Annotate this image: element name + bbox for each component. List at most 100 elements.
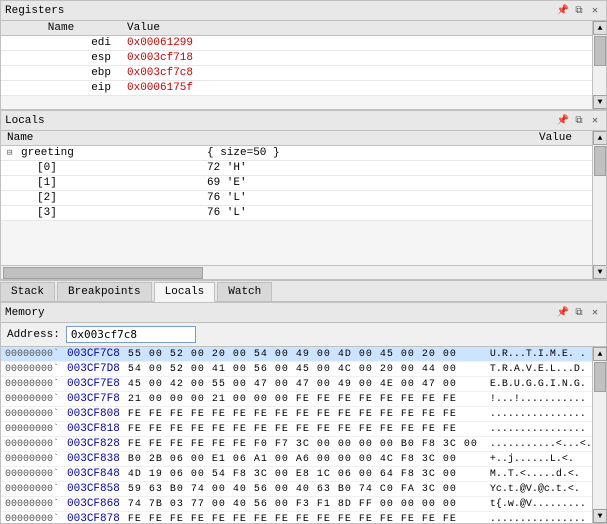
mem-addr-part2: 003CF878 (63, 512, 124, 524)
memory-title: Memory (5, 307, 45, 319)
registers-scroll-thumb[interactable] (594, 36, 606, 66)
mem-addr-part1: 00000000` (1, 467, 63, 482)
registers-scrollbar[interactable]: ▲ ▼ (592, 21, 606, 109)
mem-hex: 59 63 B0 74 00 40 56 00 40 63 B0 74 C0 F… (124, 482, 482, 497)
locals-scrollbar[interactable]: ▲ ▼ (592, 131, 606, 279)
mem-ascii: E.B.U.G.G.I.N.G. (482, 377, 592, 392)
locals-scroll-up[interactable]: ▲ (593, 131, 606, 145)
tab-breakpoints[interactable]: Breakpoints (57, 282, 152, 301)
registers-scroll-up[interactable]: ▲ (593, 21, 606, 35)
table-row: ⊟greeting { size=50 } (1, 146, 592, 161)
reg-value: 0x003cf718 (121, 51, 592, 66)
memory-body: 00000000` 003CF7C8 55 00 52 00 20 00 54 … (1, 347, 606, 523)
mem-addr-part2: 003CF838 (63, 452, 124, 467)
registers-pin-icon[interactable]: 📌 (556, 4, 570, 18)
memory-header: Memory 📌 ⧉ ✕ (1, 303, 606, 323)
mem-hex: B0 2B 06 00 E1 06 A1 00 A6 00 00 00 4C F… (124, 452, 482, 467)
table-row: [0] 72 'H' (1, 161, 592, 176)
registers-scroll-track[interactable] (593, 35, 606, 95)
mem-hex: FE FE FE FE FE FE F0 F7 3C 00 00 00 00 B… (124, 437, 482, 452)
mem-addr-part2: 003CF858 (63, 482, 124, 497)
memory-scroll-track[interactable] (593, 361, 606, 509)
reg-value: 0x00061299 (121, 36, 592, 51)
mem-addr-part1: 00000000` (1, 437, 63, 452)
expand-icon[interactable]: ⊟ (7, 148, 21, 158)
local-name: [3] (1, 206, 201, 221)
table-row: eip 0x0006175f (1, 81, 592, 96)
locals-hscroll[interactable] (1, 265, 592, 279)
mem-addr-part1: 00000000` (1, 407, 63, 422)
mem-addr-part1: 00000000` (1, 422, 63, 437)
locals-panel: Locals 📌 ⧉ ✕ Name Value ⊟greeting { si (0, 110, 607, 280)
mem-addr-part1: 00000000` (1, 362, 63, 377)
locals-header: Locals 📌 ⧉ ✕ (1, 111, 606, 131)
mem-hex: 45 00 42 00 55 00 47 00 47 00 49 00 4E 0… (124, 377, 482, 392)
mem-addr-part2: 003CF818 (63, 422, 124, 437)
mem-addr-part1: 00000000` (1, 452, 63, 467)
memory-popout-icon[interactable]: ⧉ (572, 306, 586, 320)
locals-header-icons: 📌 ⧉ ✕ (556, 114, 602, 128)
mem-addr-part1: 00000000` (1, 377, 63, 392)
memory-scroll-down[interactable]: ▼ (593, 509, 607, 523)
reg-name: esp (1, 51, 121, 66)
tab-watch[interactable]: Watch (217, 282, 272, 301)
mem-hex: 74 7B 03 77 00 40 56 00 F3 F1 8D FF 00 0… (124, 497, 482, 512)
tab-locals[interactable]: Locals (154, 282, 216, 302)
locals-scroll-down[interactable]: ▼ (593, 265, 606, 279)
mem-ascii: ...........<...<. (482, 437, 592, 452)
mem-ascii: U.R...T.I.M.E. . (482, 347, 592, 362)
table-row: 00000000` 003CF7C8 55 00 52 00 20 00 54 … (1, 347, 592, 362)
table-row: 00000000` 003CF868 74 7B 03 77 00 40 56 … (1, 497, 592, 512)
memory-table-container[interactable]: 00000000` 003CF7C8 55 00 52 00 20 00 54 … (1, 347, 592, 523)
tab-stack[interactable]: Stack (0, 282, 55, 301)
memory-header-icons: 📌 ⧉ ✕ (556, 306, 602, 320)
memory-scroll-thumb[interactable] (594, 362, 606, 392)
memory-address-bar: Address: (1, 323, 606, 347)
memory-address-label: Address: (7, 329, 60, 341)
mem-addr-part2: 003CF868 (63, 497, 124, 512)
mem-hex: FE FE FE FE FE FE FE FE FE FE FE FE FE F… (124, 407, 482, 422)
local-name: [0] (1, 161, 201, 176)
locals-col-name: Name (1, 131, 201, 146)
table-row: 00000000` 003CF858 59 63 B0 74 00 40 56 … (1, 482, 592, 497)
locals-body: Name Value ⊟greeting { size=50 } [0] 72 … (1, 131, 606, 279)
registers-scroll-down[interactable]: ▼ (593, 95, 606, 109)
mem-addr-part2: 003CF7E8 (63, 377, 124, 392)
locals-scroll-thumb[interactable] (594, 146, 606, 176)
mem-hex: 4D 19 06 00 54 F8 3C 00 E8 1C 06 00 64 F… (124, 467, 482, 482)
memory-table: 00000000` 003CF7C8 55 00 52 00 20 00 54 … (1, 347, 592, 523)
mem-hex: 21 00 00 00 21 00 00 00 FE FE FE FE FE F… (124, 392, 482, 407)
registers-table-container[interactable]: Name Value edi 0x00061299 esp 0x003cf718… (1, 21, 592, 109)
locals-scroll-track[interactable] (593, 145, 606, 265)
locals-content: Name Value ⊟greeting { size=50 } [0] 72 … (1, 131, 592, 279)
table-row: 00000000` 003CF808 FE FE FE FE FE FE FE … (1, 407, 592, 422)
locals-hscroll-thumb[interactable] (3, 267, 203, 279)
table-row: 00000000` 003CF818 FE FE FE FE FE FE FE … (1, 422, 592, 437)
mem-addr-part2: 003CF828 (63, 437, 124, 452)
memory-pin-icon[interactable]: 📌 (556, 306, 570, 320)
table-row: 00000000` 003CF838 B0 2B 06 00 E1 06 A1 … (1, 452, 592, 467)
locals-popout-icon[interactable]: ⧉ (572, 114, 586, 128)
mem-addr-part2: 003CF7F8 (63, 392, 124, 407)
memory-scrollbar[interactable]: ▲ ▼ (592, 347, 606, 523)
table-row: 00000000` 003CF828 FE FE FE FE FE FE F0 … (1, 437, 592, 452)
memory-address-input[interactable] (66, 326, 196, 343)
memory-rows: 00000000` 003CF7C8 55 00 52 00 20 00 54 … (1, 347, 592, 523)
locals-close-icon[interactable]: ✕ (588, 114, 602, 128)
locals-pin-icon[interactable]: 📌 (556, 114, 570, 128)
local-name: [2] (1, 191, 201, 206)
memory-scroll-up[interactable]: ▲ (593, 347, 607, 361)
registers-body: Name Value edi 0x00061299 esp 0x003cf718… (1, 21, 606, 109)
memory-close-icon[interactable]: ✕ (588, 306, 602, 320)
registers-close-icon[interactable]: ✕ (588, 4, 602, 18)
mem-ascii: +..j......L.<. (482, 452, 592, 467)
mem-hex: 54 00 52 00 41 00 56 00 45 00 4C 00 20 0… (124, 362, 482, 377)
reg-value: 0x003cf7c8 (121, 66, 592, 81)
registers-popout-icon[interactable]: ⧉ (572, 4, 586, 18)
registers-table: Name Value edi 0x00061299 esp 0x003cf718… (1, 21, 592, 96)
mem-addr-part1: 00000000` (1, 347, 63, 362)
locals-table-container[interactable]: Name Value ⊟greeting { size=50 } [0] 72 … (1, 131, 592, 265)
table-row: 00000000` 003CF7D8 54 00 52 00 41 00 56 … (1, 362, 592, 377)
registers-header-icons: 📌 ⧉ ✕ (556, 4, 602, 18)
mem-addr-part2: 003CF7C8 (63, 347, 124, 362)
